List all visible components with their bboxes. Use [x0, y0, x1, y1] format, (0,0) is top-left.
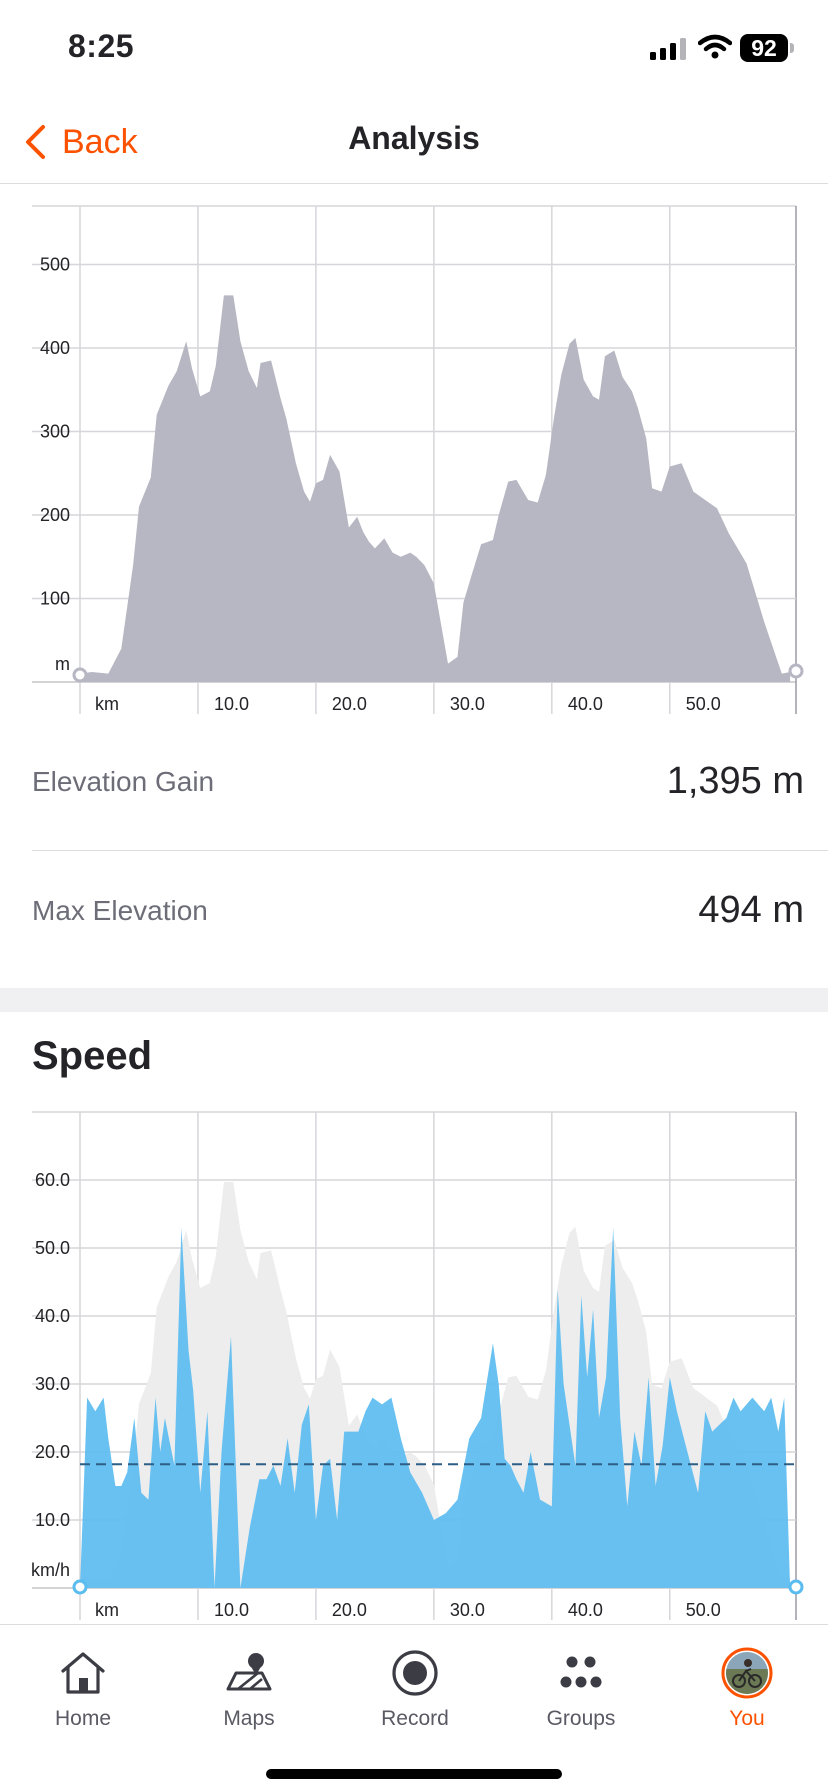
y-tick-label: 10.0 [35, 1510, 70, 1530]
tab-home[interactable]: Home [0, 1637, 166, 1737]
speed-start-handle[interactable] [72, 1579, 88, 1595]
y-tick-label: 60.0 [35, 1170, 70, 1190]
x-tick-label: 50.0 [686, 1600, 721, 1620]
elevation-chart[interactable]: 100 200 300 400 500 m 10.0 20.0 30.0 40.0 50.0 km [0, 184, 828, 732]
home-icon [55, 1645, 111, 1701]
y-tick-label: 300 [40, 421, 70, 441]
tab-bar: Home Maps Record Groups You [0, 1624, 828, 1792]
elevation-start-handle[interactable] [72, 667, 88, 683]
x-tick-label: 20.0 [332, 1600, 367, 1620]
stat-value: 494 m [698, 889, 804, 931]
home-indicator [266, 1769, 562, 1779]
section-separator [0, 988, 828, 1012]
y-tick-label: 30.0 [35, 1374, 70, 1394]
y-tick-label: 50.0 [35, 1238, 70, 1258]
tab-label: Home [54, 1707, 112, 1730]
battery-level: 92 [740, 34, 788, 62]
x-tick-label: 20.0 [332, 694, 367, 714]
speed-end-handle[interactable] [788, 1579, 804, 1595]
tab-label: Record [381, 1707, 449, 1730]
tab-maps[interactable]: Maps [166, 1637, 332, 1737]
groups-icon [553, 1645, 609, 1701]
speed-chart[interactable]: 10.0 20.0 30.0 40.0 50.0 60.0 km/h 10.0 20.0 30.0… [0, 1100, 828, 1624]
elevation-end-handle[interactable] [788, 663, 804, 679]
x-tick-label: 50.0 [686, 694, 721, 714]
x-tick-label: 10.0 [214, 694, 249, 714]
tab-you[interactable]: You [664, 1637, 828, 1737]
tab-groups[interactable]: Groups [498, 1637, 664, 1737]
y-axis-unit: km/h [31, 1560, 70, 1580]
record-icon [387, 1645, 443, 1701]
status-time: 8:25 [68, 28, 135, 64]
tab-label: Maps [223, 1707, 275, 1730]
stat-label: Max Elevation [32, 895, 208, 926]
page-title: Analysis [348, 120, 480, 156]
x-axis-unit: km [95, 694, 119, 714]
wifi-icon [698, 34, 732, 59]
x-tick-label: 40.0 [568, 694, 603, 714]
tab-label: You [729, 1707, 765, 1730]
x-axis-unit: km [95, 1600, 119, 1620]
avatar [719, 1645, 775, 1701]
y-tick-label: 500 [40, 254, 70, 274]
nav-bar: Back Analysis [0, 100, 828, 184]
y-axis-unit: m [55, 654, 70, 674]
y-tick-label: 20.0 [35, 1442, 70, 1462]
section-title-speed: Speed [32, 1034, 153, 1078]
y-tick-label: 100 [40, 588, 70, 608]
cellular-signal-icon [650, 38, 686, 60]
tab-label: Groups [546, 1707, 616, 1730]
tab-record[interactable]: Record [332, 1637, 498, 1737]
x-tick-label: 30.0 [450, 1600, 485, 1620]
maps-icon [221, 1645, 277, 1701]
stat-value: 1,395 m [666, 760, 804, 802]
y-tick-label: 40.0 [35, 1306, 70, 1326]
stat-elevation-gain: Elevation Gain 1,395 m [32, 722, 804, 851]
status-bar: 8:25 92 [0, 0, 828, 100]
stat-label: Elevation Gain [32, 766, 215, 797]
y-tick-label: 400 [40, 338, 70, 358]
elevation-area [80, 295, 791, 682]
x-tick-label: 10.0 [214, 1600, 249, 1620]
y-tick-label: 200 [40, 505, 70, 525]
x-tick-label: 30.0 [450, 694, 485, 714]
x-tick-label: 40.0 [568, 1600, 603, 1620]
stat-max-elevation: Max Elevation 494 m [32, 851, 804, 980]
